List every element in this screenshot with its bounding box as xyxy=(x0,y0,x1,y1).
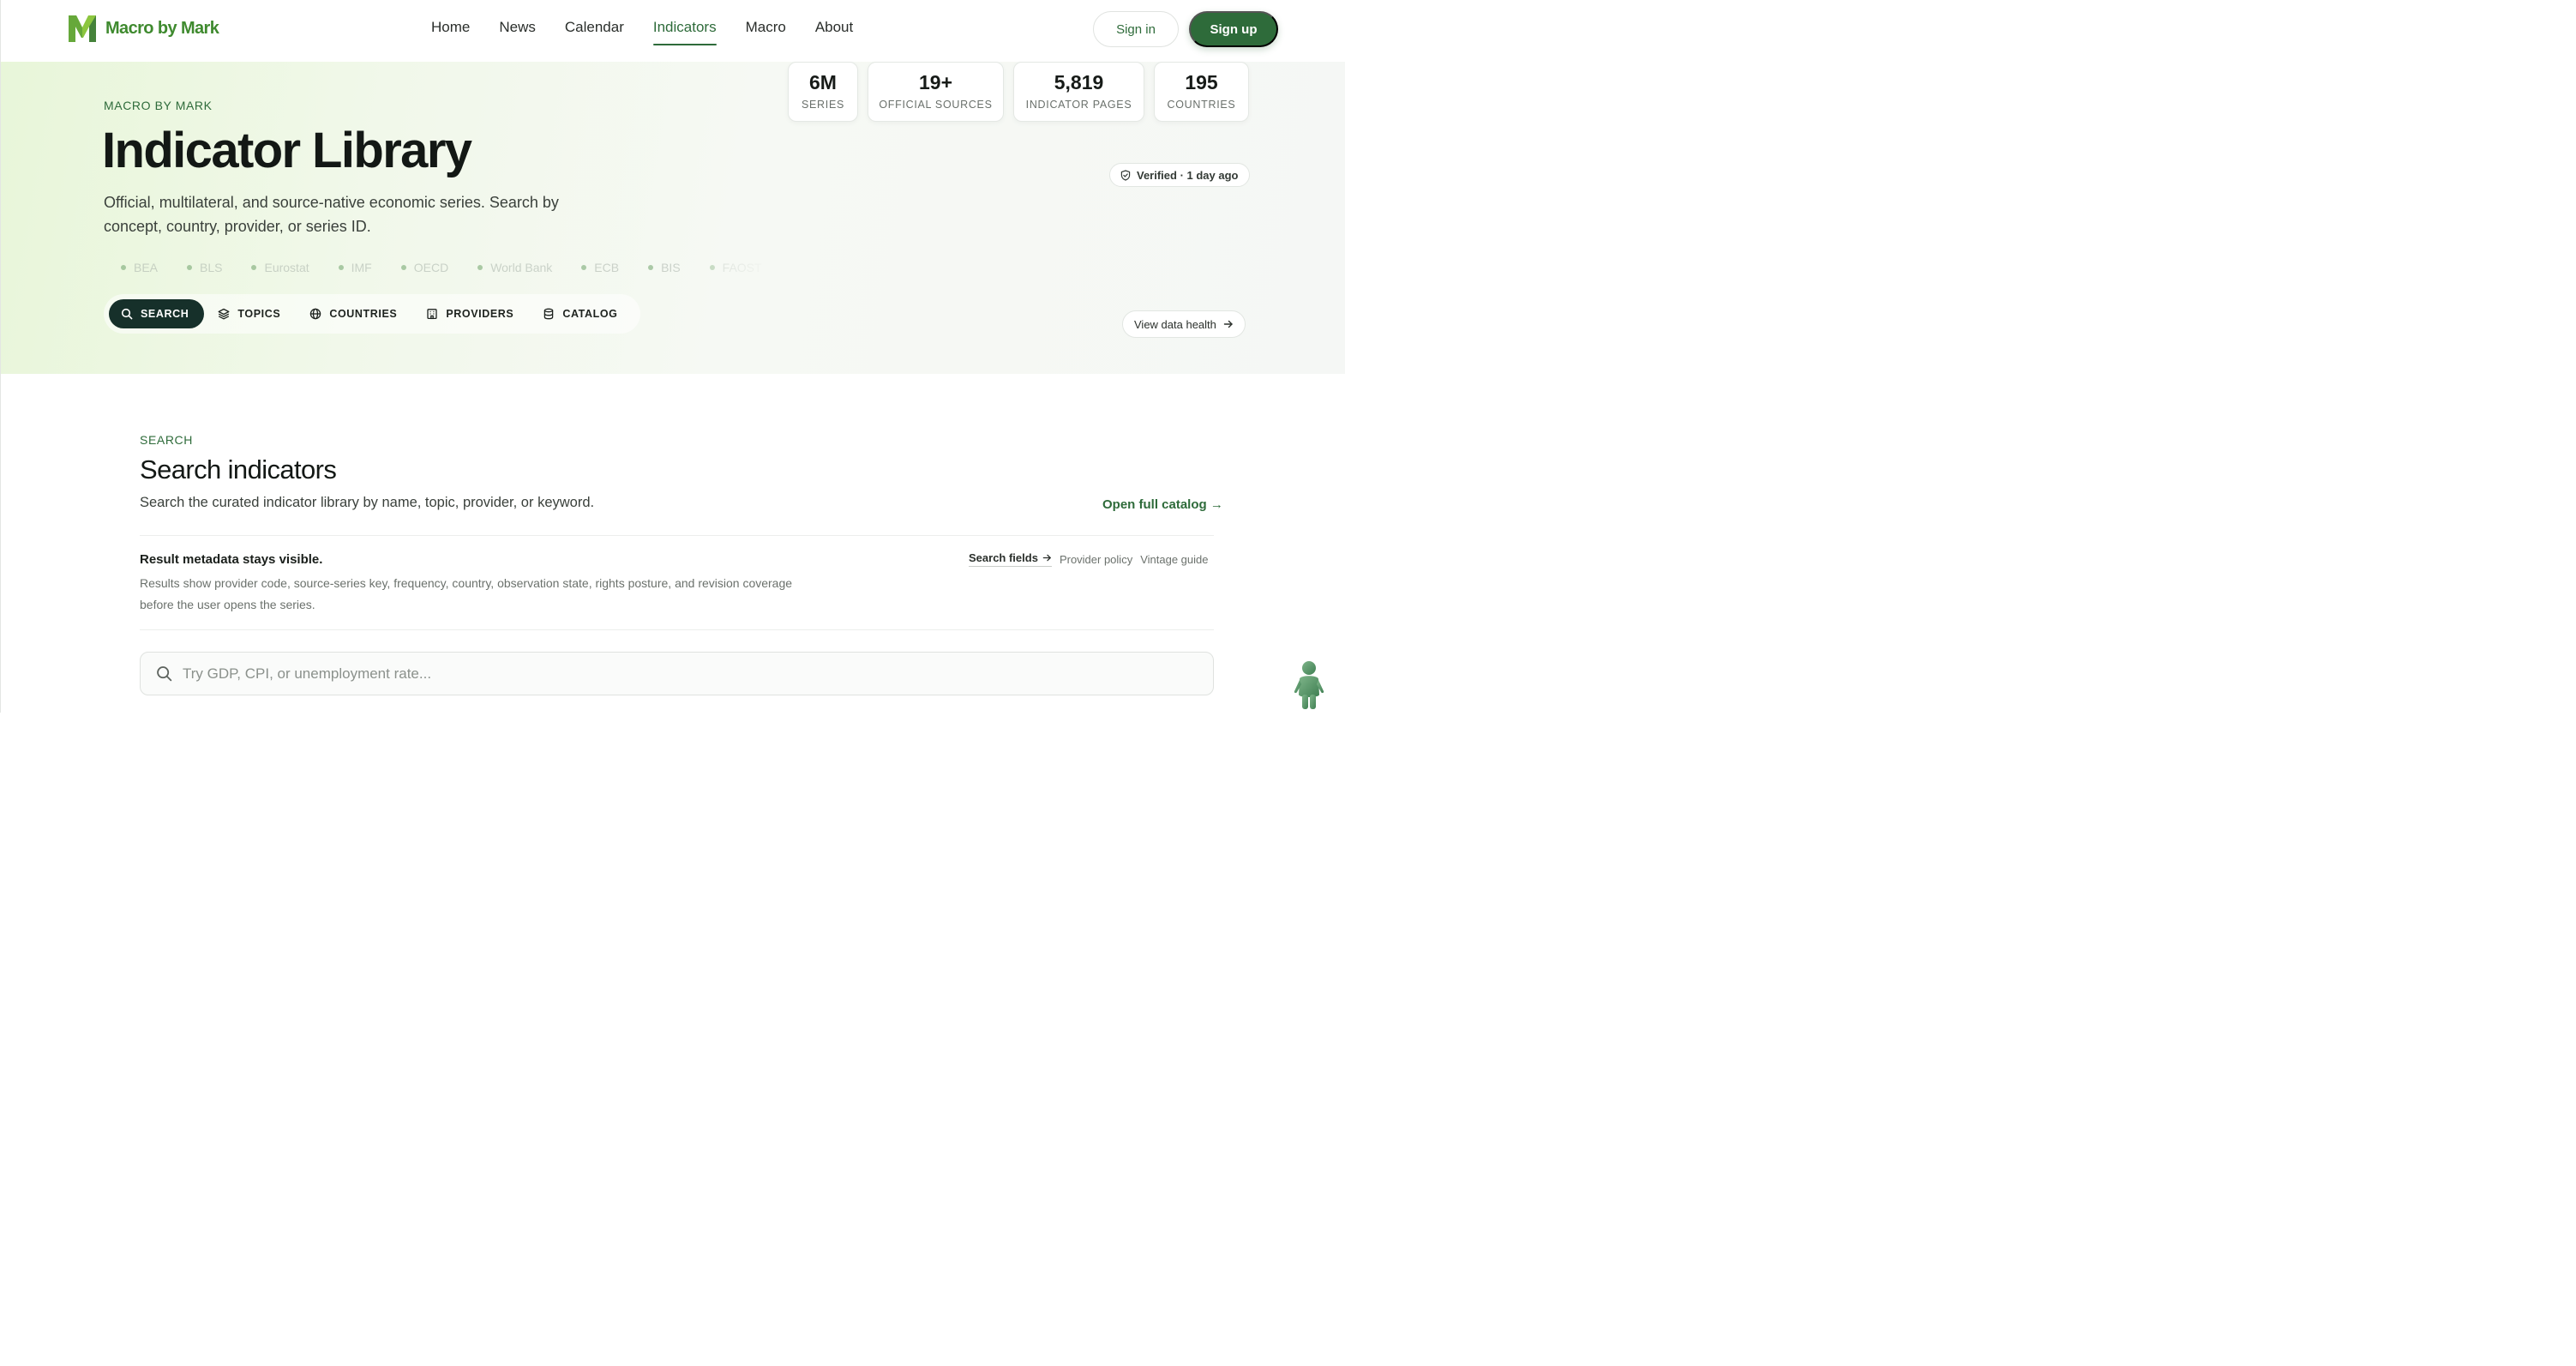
layers-icon xyxy=(218,308,230,320)
source-item: IMF xyxy=(338,261,372,274)
logo-m-icon xyxy=(69,15,96,42)
top-header: Macro by Mark Home News Calendar Indicat… xyxy=(1,0,1345,62)
source-label: OECD xyxy=(413,261,449,274)
nav-home[interactable]: Home xyxy=(431,19,470,45)
stat-label: COUNTRIES xyxy=(1167,99,1236,111)
nav-about[interactable]: About xyxy=(815,19,853,45)
brand-name: Macro by Mark xyxy=(105,18,219,38)
search-input[interactable] xyxy=(183,665,1168,683)
database-icon xyxy=(544,308,554,320)
stat-label: SERIES xyxy=(801,99,845,111)
source-label: ECB xyxy=(594,261,620,274)
metadata-title: Result metadata stays visible. xyxy=(140,552,323,567)
search-fields-link[interactable]: Search fields xyxy=(969,551,1052,567)
nav-news[interactable]: News xyxy=(499,19,536,45)
verified-text: Verified · 1 day ago xyxy=(1137,168,1239,182)
arrow-right-icon xyxy=(1042,554,1051,562)
source-label: BEA xyxy=(134,261,159,274)
source-item: ECB xyxy=(581,261,619,274)
dot-icon xyxy=(338,265,344,270)
stat-value: 195 xyxy=(1185,71,1218,93)
dot-icon xyxy=(187,265,193,270)
source-item: FAOST xyxy=(709,261,762,274)
open-full-catalog-link[interactable]: Open full catalog → xyxy=(1102,497,1223,512)
source-ticker: BEA BLS Eurostat IMF OECD World Bank ECB… xyxy=(121,261,772,274)
library-tabs: SEARCH TOPICS COUNTRIES PROVIDERS CATALO… xyxy=(104,294,640,334)
source-label: Eurostat xyxy=(264,261,309,274)
search-fields-label: Search fields xyxy=(969,551,1038,564)
tab-topics[interactable]: TOPICS xyxy=(206,299,296,328)
view-data-health-link[interactable]: View data health xyxy=(1122,310,1246,338)
tab-label: SEARCH xyxy=(141,308,189,320)
divider xyxy=(140,535,1214,536)
source-item: BIS xyxy=(648,261,681,274)
source-label: BLS xyxy=(200,261,223,274)
tab-label: COUNTRIES xyxy=(329,308,398,320)
section-subtitle: Search the curated indicator library by … xyxy=(140,495,595,510)
stat-card-pages: 5,819 INDICATOR PAGES xyxy=(1013,62,1144,122)
health-link-label: View data health xyxy=(1134,317,1216,331)
hero-eyebrow: MACRO BY MARK xyxy=(104,99,213,112)
brand-logo[interactable]: Macro by Mark xyxy=(67,14,219,43)
tab-label: PROVIDERS xyxy=(446,308,514,320)
tab-providers[interactable]: PROVIDERS xyxy=(414,299,529,328)
metadata-description: Results show provider code, source-serie… xyxy=(140,576,793,611)
dot-icon xyxy=(648,265,654,270)
stat-card-series: 6M SERIES xyxy=(788,62,858,122)
dot-icon xyxy=(400,265,406,270)
search-icon xyxy=(121,308,133,320)
stat-card-sources: 19+ OFFICIAL SOURCES xyxy=(868,62,1004,122)
source-item: OECD xyxy=(400,261,449,274)
stat-label: OFFICIAL SOURCES xyxy=(879,99,993,111)
stat-value: 5,819 xyxy=(1054,71,1104,93)
source-label: FAOST xyxy=(722,261,762,274)
source-item: World Bank xyxy=(477,261,552,274)
source-item: Eurostat xyxy=(251,261,309,274)
dot-icon xyxy=(581,265,587,270)
main-nav: Home News Calendar Indicators Macro Abou… xyxy=(431,19,882,45)
building-icon xyxy=(427,309,437,320)
provider-policy-link[interactable]: Provider policy xyxy=(1060,553,1132,566)
nav-macro[interactable]: Macro xyxy=(746,19,786,45)
source-label: BIS xyxy=(661,261,681,274)
hero-subtitle: Official, multilateral, and source-nativ… xyxy=(104,194,559,235)
nav-calendar[interactable]: Calendar xyxy=(565,19,624,45)
section-title: Search indicators xyxy=(140,454,337,484)
dot-icon xyxy=(477,265,483,270)
tab-label: CATALOG xyxy=(562,308,618,320)
arrow-right-icon xyxy=(1223,320,1233,328)
dot-icon xyxy=(709,265,715,270)
page-title: Indicator Library xyxy=(102,123,472,178)
source-label: IMF xyxy=(351,261,372,274)
nav-indicators[interactable]: Indicators xyxy=(652,19,717,45)
stat-label: INDICATOR PAGES xyxy=(1025,99,1132,111)
dot-icon xyxy=(121,265,126,270)
source-item: BEA xyxy=(121,261,158,274)
sign-in-button[interactable]: Sign in xyxy=(1093,11,1179,47)
divider xyxy=(140,629,1214,630)
sign-up-button[interactable]: Sign up xyxy=(1189,11,1278,47)
tab-catalog[interactable]: CATALOG xyxy=(531,299,633,328)
tab-search[interactable]: SEARCH xyxy=(109,299,205,328)
assistant-mascot-icon[interactable] xyxy=(1293,660,1325,710)
stat-value: 19+ xyxy=(918,71,952,93)
globe-icon xyxy=(310,308,321,320)
tab-countries[interactable]: COUNTRIES xyxy=(297,299,412,328)
search-icon xyxy=(157,666,172,682)
indicator-search-box xyxy=(140,652,1214,695)
verified-badge: Verified · 1 day ago xyxy=(1109,163,1250,187)
hero-section: MACRO BY MARK Indicator Library Official… xyxy=(1,62,1345,374)
dot-icon xyxy=(251,265,257,270)
metadata-links: Search fields Provider policy Vintage gu… xyxy=(969,551,1208,567)
tab-label: TOPICS xyxy=(237,308,281,320)
section-eyebrow: SEARCH xyxy=(140,433,193,447)
stat-card-countries: 195 COUNTRIES xyxy=(1154,62,1249,122)
source-item: BLS xyxy=(187,261,222,274)
vintage-guide-link[interactable]: Vintage guide xyxy=(1140,553,1208,566)
source-label: World Bank xyxy=(490,261,553,274)
stat-value: 6M xyxy=(809,71,837,93)
shield-check-icon xyxy=(1120,169,1131,181)
